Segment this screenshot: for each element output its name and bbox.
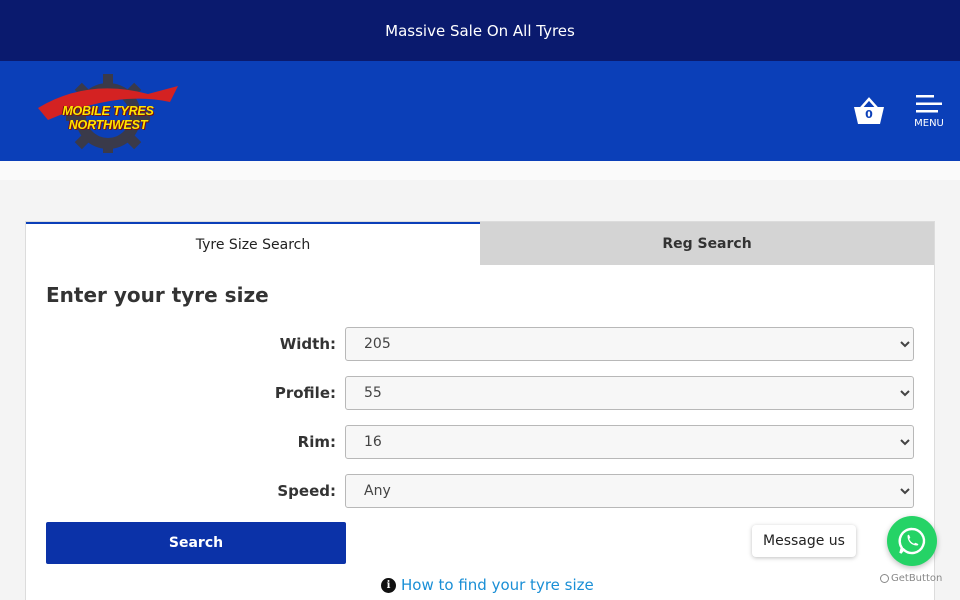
rim-label: Rim: (297, 433, 336, 451)
search-tabs: Tyre Size Search Reg Search (26, 222, 934, 265)
search-button[interactable]: Search (46, 522, 346, 564)
width-select[interactable]: 205 (345, 327, 914, 361)
width-label: Width: (279, 335, 336, 353)
profile-select[interactable]: 55 (345, 376, 914, 410)
promo-text: Massive Sale On All Tyres (385, 21, 575, 40)
profile-row: Profile: 55 (46, 376, 914, 410)
tab-tyre-size-search[interactable]: Tyre Size Search (26, 222, 480, 265)
getbutton-icon (880, 574, 889, 583)
width-row: Width: 205 (46, 327, 914, 361)
speed-label: Speed: (277, 482, 336, 500)
form-title: Enter your tyre size (46, 283, 269, 307)
basket-button[interactable]: 0 (852, 96, 886, 126)
hamburger-icon (916, 95, 942, 113)
tyre-size-help-link[interactable]: i How to find your tyre size (381, 576, 594, 594)
site-logo[interactable]: MOBILE TYRES NORTHWEST (22, 71, 194, 158)
getbutton-credit[interactable]: GetButton (880, 573, 942, 584)
rim-select[interactable]: 16 (345, 425, 914, 459)
speed-select[interactable]: Any (345, 474, 914, 508)
tab-reg-search[interactable]: Reg Search (480, 222, 934, 265)
menu-label: MENU (914, 118, 944, 129)
promo-bar: Massive Sale On All Tyres (0, 0, 960, 61)
message-us-bubble[interactable]: Message us (752, 525, 856, 557)
header-shadow-strip (0, 161, 960, 180)
speed-row: Speed: Any (46, 474, 914, 508)
rim-row: Rim: 16 (46, 425, 914, 459)
whatsapp-button[interactable] (887, 516, 937, 566)
help-link-text: How to find your tyre size (401, 576, 594, 594)
getbutton-text: GetButton (891, 573, 943, 584)
basket-count: 0 (865, 108, 873, 121)
whatsapp-icon (898, 527, 926, 555)
site-header: MOBILE TYRES NORTHWEST 0 MENU (0, 61, 960, 161)
menu-button[interactable]: MENU (908, 94, 950, 134)
info-icon: i (381, 577, 396, 593)
profile-label: Profile: (274, 384, 336, 402)
logo-text: MOBILE TYRES NORTHWEST (62, 104, 154, 132)
